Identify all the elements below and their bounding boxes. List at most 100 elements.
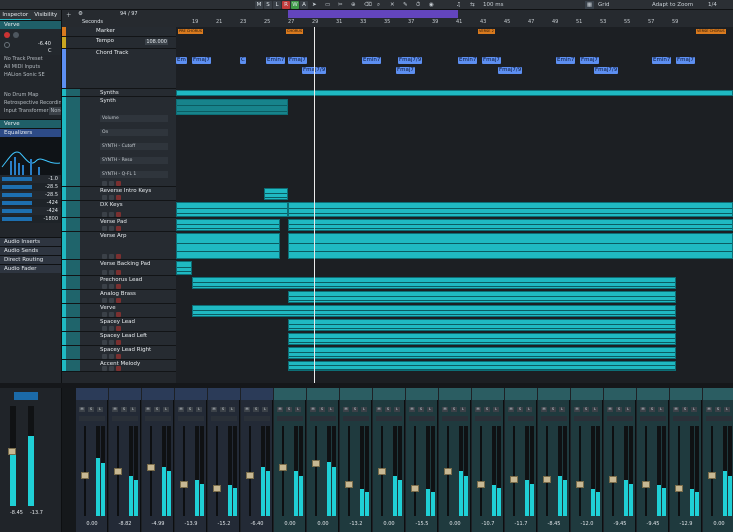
track-name[interactable]: Prechorus Lead	[100, 277, 142, 283]
track-solo-button[interactable]	[109, 354, 114, 359]
track-solo-button[interactable]	[109, 298, 114, 303]
tool-speaker-icon[interactable]: ♫	[456, 1, 461, 9]
grid-label[interactable]: Grid	[598, 1, 610, 9]
channel-m-button[interactable]: M	[145, 407, 151, 412]
midi-input[interactable]: All MIDI Inputs	[0, 63, 61, 71]
track-header[interactable]: Verve	[62, 304, 176, 318]
chord-event[interactable]: Emin7	[266, 57, 286, 64]
fader-write-button[interactable]	[14, 392, 38, 400]
channel-pan-control[interactable]	[442, 416, 468, 421]
channel-pan-control[interactable]	[541, 416, 567, 421]
chord-event[interactable]: Fmaj7/9	[498, 67, 523, 74]
channel-m-button[interactable]: M	[244, 407, 250, 412]
channel-color-header[interactable]	[439, 388, 471, 400]
track-header[interactable]: Synth Volume On SYNTH - Cutoff SYNTH - Reso S…	[62, 97, 176, 187]
eq-band-value[interactable]: -1800	[43, 216, 58, 222]
channel-s-button[interactable]: S	[517, 407, 523, 412]
midi-event[interactable]	[176, 90, 733, 96]
track-name[interactable]: Reverse Intro Keys	[100, 188, 151, 194]
volume-knob-icon[interactable]	[4, 42, 10, 48]
channel-pan-control[interactable]	[343, 416, 369, 421]
marker-s-button[interactable]: S	[264, 1, 272, 9]
track-record-button[interactable]	[116, 195, 121, 200]
automation-lane-label[interactable]: Volume	[100, 115, 168, 122]
channel-s-button[interactable]: S	[253, 407, 259, 412]
track-header[interactable]: Verse Backing Pad	[62, 260, 176, 276]
chord-event[interactable]: C	[240, 57, 246, 64]
channel-s-button[interactable]: S	[649, 407, 655, 412]
chord-event[interactable]: Fmaj7/9	[594, 67, 619, 74]
channel-l-button[interactable]: L	[196, 407, 202, 412]
inspector-track-name[interactable]: Verve	[0, 20, 61, 29]
inspector-fader-handle[interactable]	[8, 448, 16, 455]
channel-volume-value[interactable]: -8.82	[109, 521, 141, 527]
channel-l-button[interactable]: L	[229, 407, 235, 412]
channel-fader-handle[interactable]	[246, 472, 254, 480]
track-mute-button[interactable]	[102, 298, 107, 303]
channel-fader-handle[interactable]	[411, 484, 419, 492]
track-record-button[interactable]	[116, 340, 121, 345]
track-mute-button[interactable]	[102, 254, 107, 259]
channel-volume-value[interactable]: -4.99	[142, 521, 174, 527]
inspector-section-3[interactable]: Audio Fader	[0, 264, 61, 273]
track-name[interactable]: Synths	[100, 90, 119, 96]
track-record-button[interactable]	[116, 254, 121, 259]
channel-l-button[interactable]: L	[130, 407, 136, 412]
channel-color-header[interactable]	[703, 388, 733, 400]
channel-s-button[interactable]: S	[154, 407, 160, 412]
chord-event[interactable]: Em	[176, 57, 187, 64]
tool-time-icon[interactable]: ⏱	[416, 1, 420, 9]
chord-event[interactable]: Emin7	[652, 57, 672, 64]
tool-glue-icon[interactable]: ⊕	[351, 1, 356, 9]
channel-volume-value[interactable]: -8.45	[538, 521, 570, 527]
retrospective-recording[interactable]: Retrospective Recording	[0, 99, 61, 107]
channel-pan-control[interactable]	[145, 416, 171, 421]
track-mute-button[interactable]	[102, 354, 107, 359]
track-mute-button[interactable]	[102, 195, 107, 200]
record-enable-icon[interactable]	[4, 32, 10, 38]
channel-l-button[interactable]: L	[163, 407, 169, 412]
chord-event[interactable]: Emin7	[556, 57, 576, 64]
channel-volume-value[interactable]: 0.00	[274, 521, 306, 527]
midi-event[interactable]	[192, 305, 676, 317]
channel-pan-control[interactable]	[211, 416, 237, 421]
channel-volume-value[interactable]: -6.40	[241, 521, 273, 527]
marker-tag[interactable]: VERSE 2	[478, 29, 495, 34]
channel-l-button[interactable]: L	[97, 407, 103, 412]
channel-s-button[interactable]: S	[451, 407, 457, 412]
track-record-button[interactable]	[116, 181, 121, 186]
tab-visibility[interactable]: Visibility	[31, 10, 62, 20]
add-track-icon[interactable]: ＋	[66, 11, 72, 19]
automation-lane-label[interactable]: On	[100, 129, 168, 136]
track-name[interactable]: Verse Arp	[100, 233, 127, 239]
channel-pan-control[interactable]	[277, 416, 303, 421]
time-readout[interactable]: 100 ms	[483, 1, 503, 9]
channel-s-button[interactable]: S	[682, 407, 688, 412]
track-mute-button[interactable]	[102, 226, 107, 231]
track-record-button[interactable]	[116, 226, 121, 231]
channel-m-button[interactable]: M	[211, 407, 217, 412]
channel-color-header[interactable]	[274, 388, 306, 400]
chord-event[interactable]: Emin7	[362, 57, 382, 64]
insert-verve-header[interactable]: Verve	[0, 119, 61, 128]
tool-draw-icon[interactable]: ✎	[403, 1, 408, 9]
channel-pan-control[interactable]	[574, 416, 600, 421]
channel-pan-control[interactable]	[178, 416, 204, 421]
chord-event[interactable]: Fmaj7	[482, 57, 501, 64]
channel-m-button[interactable]: M	[409, 407, 415, 412]
marker-r-button[interactable]: R	[282, 1, 290, 9]
channel-volume-value[interactable]: -13.9	[175, 521, 207, 527]
channel-fader-handle[interactable]	[147, 463, 155, 471]
automation-lane-label[interactable]: SYNTH - Reso	[100, 157, 168, 164]
midi-event[interactable]	[176, 99, 288, 115]
channel-color-header[interactable]	[604, 388, 636, 400]
channel-volume-value[interactable]: -12.9	[670, 521, 702, 527]
channel-color-header[interactable]	[175, 388, 207, 400]
channel-fader-handle[interactable]	[609, 476, 617, 484]
channel-l-button[interactable]: L	[592, 407, 598, 412]
channel-m-button[interactable]: M	[442, 407, 448, 412]
channel-fader-handle[interactable]	[576, 480, 584, 488]
channel-s-button[interactable]: S	[187, 407, 193, 412]
eq-curve-display[interactable]	[0, 137, 61, 175]
midi-event[interactable]	[288, 319, 676, 331]
